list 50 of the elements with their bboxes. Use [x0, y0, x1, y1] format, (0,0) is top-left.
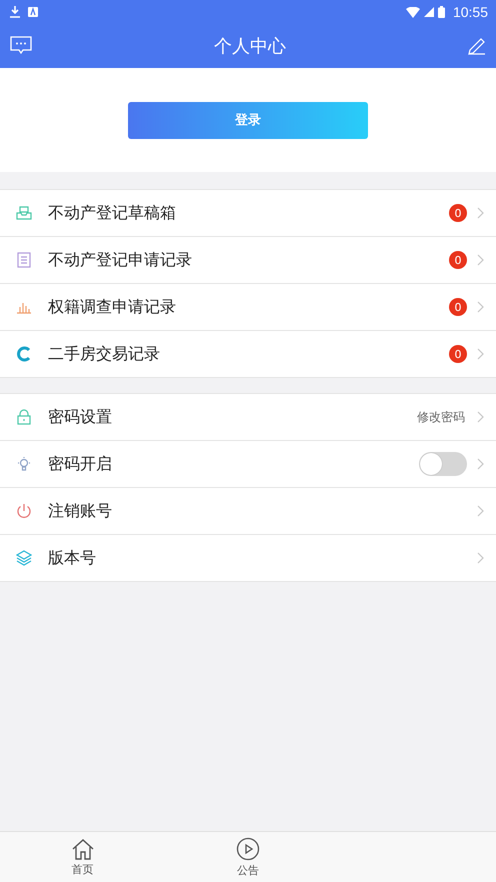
menu-label: 不动产登记申请记录 — [48, 250, 192, 270]
menu-label: 不动产登记草稿箱 — [48, 202, 176, 224]
page-title: 个人中心 — [214, 35, 286, 58]
bulb-icon — [16, 456, 32, 472]
menu-label: 版本号 — [48, 548, 96, 568]
tab-item[interactable]: 首页 — [0, 832, 166, 882]
menu-label: 二手房交易记录 — [48, 344, 160, 364]
menu-item[interactable]: 权籍调查申请记录 0 — [0, 284, 496, 331]
chevron-icon — [477, 552, 484, 564]
chevron-icon — [477, 301, 484, 313]
message-icon[interactable] — [10, 36, 32, 56]
menu-item[interactable]: 密码设置 修改密码 — [0, 394, 496, 441]
notification-icon — [28, 7, 38, 17]
chevron-icon — [477, 505, 484, 517]
menu-label: 密码开启 — [48, 454, 112, 474]
play-icon — [236, 836, 260, 860]
chevron-icon — [477, 411, 484, 423]
chevron-icon — [477, 254, 484, 266]
battery-icon — [438, 6, 445, 18]
edit-icon[interactable] — [468, 37, 486, 55]
layers-icon — [16, 550, 32, 566]
chevron-icon — [477, 458, 484, 470]
menu-item[interactable]: 密码开启 — [0, 441, 496, 488]
menu-item[interactable]: 不动产登记申请记录 0 — [0, 237, 496, 284]
menu-item[interactable]: 注销账号 — [0, 488, 496, 535]
count-badge: 0 — [449, 204, 467, 222]
status-time: 10:55 — [452, 4, 488, 20]
toggle-switch[interactable] — [419, 452, 467, 476]
count-badge: 0 — [449, 345, 467, 363]
power-icon — [16, 503, 32, 519]
ring-icon — [16, 346, 32, 362]
wifi-icon — [406, 6, 420, 18]
menu-item[interactable]: 二手房交易记录 0 — [0, 331, 496, 378]
menu-item[interactable]: 版本号 — [0, 535, 496, 582]
count-badge: 0 — [449, 298, 467, 316]
signal-icon — [424, 7, 434, 17]
inbox-icon — [16, 205, 32, 221]
chevron-icon — [477, 348, 484, 360]
document-icon — [16, 252, 32, 268]
count-badge: 0 — [449, 251, 467, 269]
menu-value: 修改密码 — [417, 408, 465, 426]
menu-item[interactable]: 不动产登记草稿箱 0 — [0, 190, 496, 237]
tab-item[interactable]: 公告 — [165, 832, 331, 882]
menu-label: 密码设置 — [48, 406, 112, 428]
chevron-icon — [477, 207, 484, 219]
download-icon — [10, 6, 20, 18]
home-icon — [70, 838, 95, 860]
menu-label: 注销账号 — [48, 500, 112, 522]
menu-label: 权籍调查申请记录 — [48, 296, 176, 318]
lock-icon — [16, 409, 32, 425]
